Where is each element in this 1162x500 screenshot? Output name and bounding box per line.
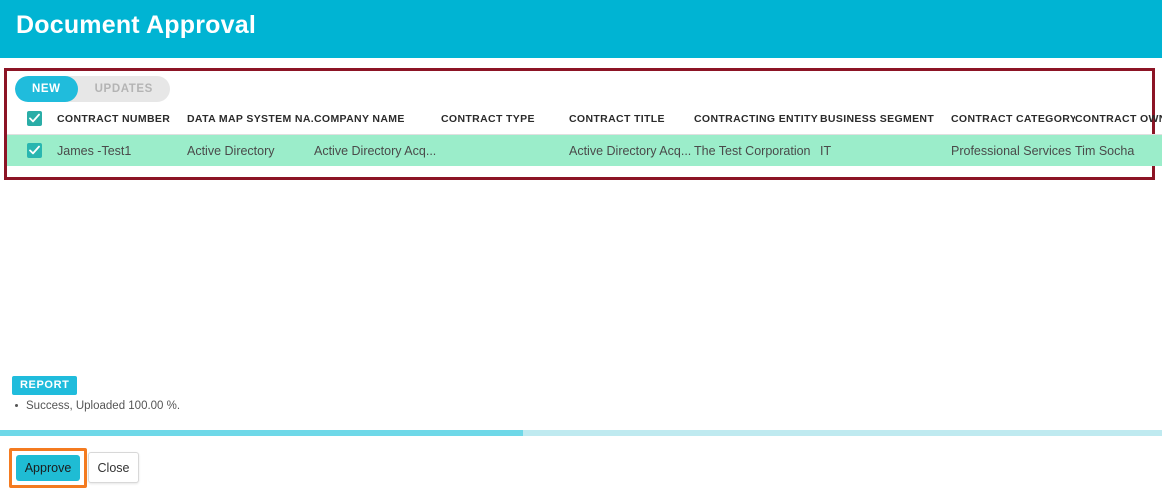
table-row[interactable]: James -Test1 Active Directory Active Dir… xyxy=(7,134,1162,167)
table-body: James -Test1 Active Directory Active Dir… xyxy=(7,134,1162,167)
cell-data-map-system-name: Active Directory xyxy=(187,134,314,167)
cell-contracting-entity: The Test Corporation xyxy=(694,134,820,167)
cell-contract-owner: Tim Socha xyxy=(1075,134,1162,167)
cell-data-map-system-name-text: Active Directory xyxy=(187,143,275,158)
close-button[interactable]: Close xyxy=(88,452,139,483)
cell-contract-title-text: Active Directory Acq... xyxy=(569,143,692,158)
row-select-cell xyxy=(7,134,57,167)
cell-business-segment: IT xyxy=(820,134,951,167)
app-header: Document Approval xyxy=(0,0,1162,58)
column-header-contracting-entity[interactable]: CONTRACTING ENTITY xyxy=(694,107,820,135)
cell-contract-type xyxy=(441,134,569,167)
cell-business-segment-text: IT xyxy=(820,143,832,158)
cell-contract-category: Professional Services xyxy=(951,134,1075,167)
upload-progress-fill xyxy=(0,430,523,436)
row-checkbox[interactable] xyxy=(27,143,42,159)
column-header-contract-type[interactable]: CONTRACT TYPE xyxy=(441,107,569,135)
approve-button[interactable]: Approve xyxy=(16,455,80,481)
upload-progress-bar xyxy=(0,430,1162,436)
cell-contract-category-text: Professional Services xyxy=(951,143,1072,158)
report-message-list: Success, Uploaded 100.00 %. xyxy=(14,398,180,414)
column-header-business-segment[interactable]: BUSINESS SEGMENT xyxy=(820,107,951,135)
column-header-contract-number[interactable]: CONTRACT NUMBER xyxy=(57,107,187,135)
report-message: Success, Uploaded 100.00 %. xyxy=(14,398,180,414)
cell-contract-number-text: James -Test1 xyxy=(57,143,132,158)
cell-contract-number: James -Test1 xyxy=(57,134,187,167)
table-header: CONTRACT NUMBER DATA MAP SYSTEM NA... CO… xyxy=(7,107,1162,135)
cell-contract-title: Active Directory Acq... xyxy=(569,134,694,167)
table-header-row: CONTRACT NUMBER DATA MAP SYSTEM NA... CO… xyxy=(7,107,1162,135)
tab-updates[interactable]: UPDATES xyxy=(78,76,170,102)
column-header-contract-owner[interactable]: CONTRACT OWNER xyxy=(1075,107,1162,135)
document-approval-screen: Document Approval NEW UPDATES CONTRACT N… xyxy=(0,0,1162,500)
column-header-data-map-system-name[interactable]: DATA MAP SYSTEM NA... xyxy=(187,107,314,135)
column-header-company-name[interactable]: COMPANY NAME xyxy=(314,107,441,135)
cell-company-name: Active Directory Acq... xyxy=(314,134,441,167)
tab-strip: NEW UPDATES xyxy=(15,76,170,102)
contracts-table: CONTRACT NUMBER DATA MAP SYSTEM NA... CO… xyxy=(7,107,1162,167)
cell-company-name-text: Active Directory Acq... xyxy=(314,143,437,158)
column-header-contract-title[interactable]: CONTRACT TITLE xyxy=(569,107,694,135)
column-header-contract-category[interactable]: CONTRACT CATEGORY xyxy=(951,107,1075,135)
select-all-cell xyxy=(7,107,57,135)
grid-annotation-box: NEW UPDATES CONTRACT NUMBER DATA MAP SYS… xyxy=(4,68,1162,180)
tab-new[interactable]: NEW xyxy=(15,76,78,102)
page-title: Document Approval xyxy=(16,11,256,39)
cell-contracting-entity-text: The Test Corporation xyxy=(694,143,811,158)
cell-contract-owner-text: Tim Socha xyxy=(1075,143,1135,158)
report-badge: REPORT xyxy=(12,376,78,395)
select-all-checkbox[interactable] xyxy=(27,111,42,126)
